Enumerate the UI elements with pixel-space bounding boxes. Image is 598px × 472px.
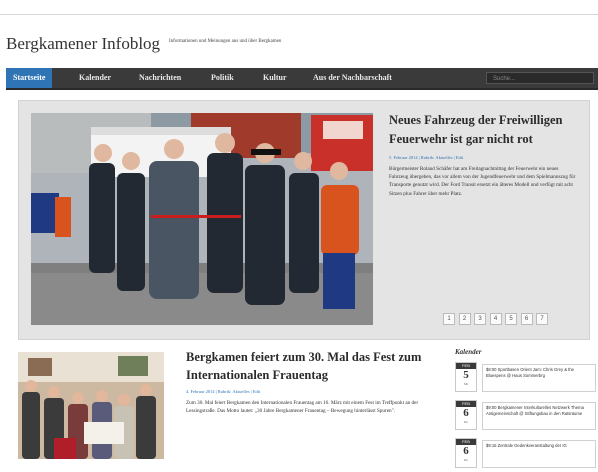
event-weekday: Do — [463, 420, 469, 424]
event-item[interactable]: FEB 5 Mi $8:00 Sportbasen Orient Jam: Ch… — [455, 362, 598, 396]
pager-button-5[interactable]: 5 — [505, 313, 517, 325]
pager-button-6[interactable]: 6 — [520, 313, 533, 325]
featured-meta[interactable]: 5. Februar 2014 | Rubrik: Aktuelles | Ed… — [389, 155, 579, 160]
top-divider — [0, 14, 598, 15]
featured-slider: Neues Fahrzeug der Freiwilligen Feuerweh… — [18, 100, 590, 340]
featured-excerpt: Bürgermeister Roland Schäfer hat am Frei… — [389, 166, 576, 197]
event-title[interactable]: $9:00 Bergkamener Interkulturelles Netzw… — [482, 402, 596, 430]
search-input[interactable]: Suche... — [486, 72, 594, 84]
pager-button-7[interactable]: 7 — [536, 313, 548, 325]
event-title[interactable]: $8:00 Sportbasen Orient Jam: Chris Grey … — [482, 364, 596, 392]
event-day: 6 — [463, 407, 469, 419]
featured-photo[interactable] — [31, 113, 373, 325]
event-day: 5 — [463, 369, 469, 381]
event-weekday: Mi — [463, 382, 469, 386]
article-excerpt: Zum 30. Mal feiert Bergkamen den Interna… — [186, 400, 419, 415]
sidebar-title: Kalender — [455, 348, 482, 356]
article-meta[interactable]: 4. Februar 2014 | Rubrik: Aktuelles | Ed… — [186, 389, 436, 394]
featured-title[interactable]: Neues Fahrzeug der Freiwilligen Feuerweh… — [389, 111, 579, 149]
nav-item-startseite[interactable]: Startseite — [6, 68, 53, 88]
event-item[interactable]: FEB 6 Do $9:15 Zentrale Gedenkveranstalt… — [455, 438, 598, 472]
featured-text: Neues Fahrzeug der Freiwilligen Feuerweh… — [389, 111, 579, 198]
calendar-icon: FEB 5 Mi — [455, 362, 477, 392]
pager-button-4[interactable]: 4 — [489, 313, 502, 325]
article-title[interactable]: Bergkamen feiert zum 30. Mal das Fest zu… — [186, 348, 436, 384]
event-item[interactable]: FEB 6 Do $9:00 Bergkamener Interkulturel… — [455, 400, 598, 434]
event-title[interactable]: $9:15 Zentrale Gedenkveranstaltung der I… — [482, 440, 596, 468]
article-thumbnail[interactable] — [18, 352, 164, 459]
pager-button-2[interactable]: 2 — [458, 313, 471, 325]
calendar-icon: FEB 6 Do — [455, 400, 477, 430]
calendar-icon: FEB 6 Do — [455, 438, 477, 468]
firefighters-photo-illustration — [31, 113, 373, 325]
site-header: Bergkamener Infoblog Informationen und M… — [6, 34, 596, 58]
site-title[interactable]: Bergkamener Infoblog — [6, 34, 160, 54]
nav-item-kalender[interactable]: Kalender — [72, 68, 118, 88]
slider-pager: 1234567 — [443, 307, 552, 325]
nav-item-nachrichten[interactable]: Nachrichten — [132, 68, 188, 88]
article-text: Bergkamen feiert zum 30. Mal das Fest zu… — [186, 348, 436, 415]
site-tagline: Informationen und Meinungen aus und über… — [169, 39, 282, 44]
nav-item-kultur[interactable]: Kultur — [256, 68, 294, 88]
sidebar-calendar: Kalender FEB 5 Mi $8:00 Sportbasen Orien… — [455, 348, 598, 468]
pager-button-3[interactable]: 3 — [474, 313, 486, 325]
nav-item-nachbarschaft[interactable]: Aus der Nachbarschaft — [306, 68, 399, 88]
nav-item-politik[interactable]: Politik — [204, 68, 241, 88]
pager-button-1[interactable]: 1 — [443, 313, 455, 325]
main-nav: Startseite Kalender Nachrichten Politik … — [6, 68, 598, 90]
event-day: 6 — [463, 445, 469, 457]
article-frauentag: Bergkamen feiert zum 30. Mal das Fest zu… — [18, 348, 438, 459]
group-photo-illustration — [18, 352, 164, 459]
